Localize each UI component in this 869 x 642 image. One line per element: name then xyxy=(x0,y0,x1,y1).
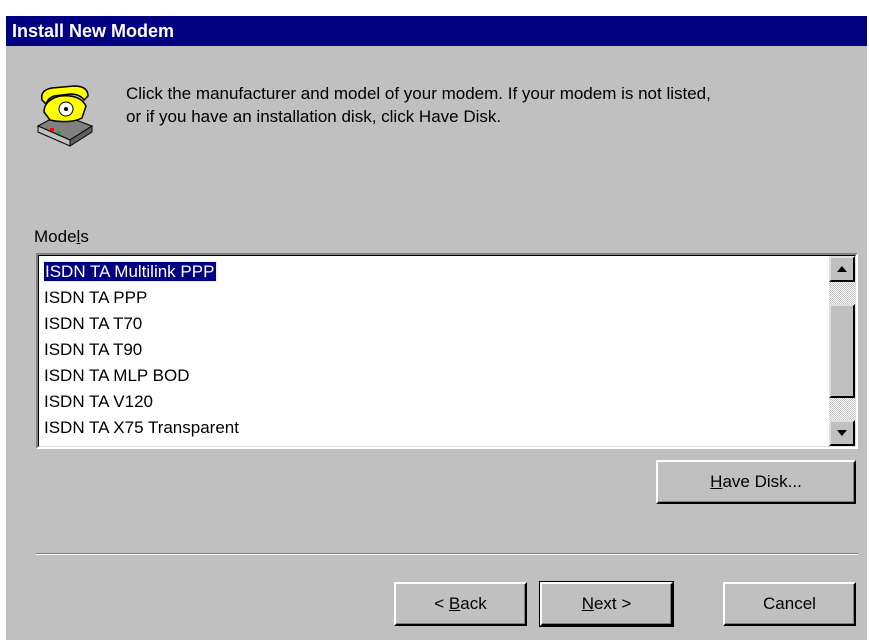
instructions-text: Click the manufacturer and model of your… xyxy=(126,84,711,126)
model-list-item-label: ISDN TA MLP BOD xyxy=(44,366,190,385)
model-list-item-label: ISDN TA PPP xyxy=(44,288,148,307)
divider xyxy=(36,553,858,555)
model-list-item[interactable]: ISDN TA T90 xyxy=(42,337,824,363)
model-list-item[interactable]: ISDN TA X75 Transparent xyxy=(42,415,824,441)
model-list-item[interactable]: ISDN TA Multilink PPP xyxy=(42,259,824,285)
model-list-item[interactable]: ISDN TA T70 xyxy=(42,311,824,337)
arrow-down-icon xyxy=(837,430,847,436)
model-list-item[interactable]: ISDN TA V120 xyxy=(42,389,824,415)
model-list-item[interactable]: ISDN TA MLP BOD xyxy=(42,363,824,389)
model-list-item-label: ISDN TA V120 xyxy=(44,392,153,411)
scrollbar-thumb[interactable] xyxy=(829,304,855,398)
have-disk-button[interactable]: Have Disk... xyxy=(656,460,856,504)
models-scrollbar[interactable] xyxy=(829,256,855,446)
scroll-down-button[interactable] xyxy=(829,420,855,446)
models-label: Models xyxy=(34,227,89,246)
dialog-title: Install New Modem xyxy=(6,16,867,46)
model-list-item-label: ISDN TA T70 xyxy=(44,314,143,333)
cancel-button[interactable]: Cancel xyxy=(723,582,856,626)
install-new-modem-dialog: Install New Modem Click the manufacturer… xyxy=(6,16,867,640)
arrow-up-icon xyxy=(837,266,847,272)
back-button[interactable]: < Back xyxy=(394,582,527,626)
models-list: ISDN TA Multilink PPP ISDN TA PPP ISDN TA … xyxy=(42,259,824,441)
scroll-up-button[interactable] xyxy=(829,256,855,282)
model-list-item-label: ISDN TA T90 xyxy=(44,340,143,359)
next-button[interactable]: Next > xyxy=(539,581,674,627)
telephone-modem-icon xyxy=(36,85,94,147)
model-list-item-label: ISDN TA Multilink PPP xyxy=(42,261,218,282)
model-list-item[interactable]: ISDN TA PPP xyxy=(42,285,824,311)
model-list-item-label: ISDN TA X75 Transparent xyxy=(44,418,239,437)
models-listbox[interactable]: ISDN TA Multilink PPP ISDN TA PPP ISDN TA … xyxy=(36,253,858,449)
